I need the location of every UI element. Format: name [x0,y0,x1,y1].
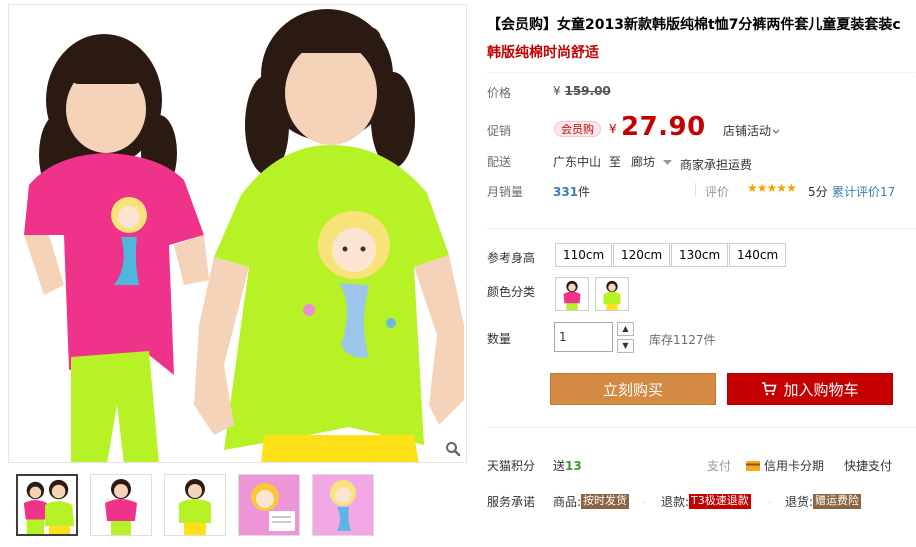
sales-count-value: 331 [553,185,579,199]
shipping-fee: 商家承担运费 [680,158,753,172]
thumbnail-1[interactable] [16,474,78,536]
divider: · [642,498,646,509]
buy-now-button[interactable]: 立刻购买 [550,373,716,405]
service-refund-tag: T3极速退款 [689,494,751,509]
shop-activity-label: 店铺活动 [723,124,772,138]
sku-selector: 参考身高 110cm 120cm 130cm 140cm 颜色分类 数量 ▲ ▼ [487,228,916,408]
service-goods-label: 商品: [553,495,582,509]
quantity-label: 数量 [487,332,512,346]
product-detail-panel: 【会员购】女童2013新款韩版纯棉t恤7分裤两件套儿童夏装套装c 韩版纯棉时尚舒… [487,0,916,547]
main-product-image[interactable] [8,4,467,463]
quantity-increase-button[interactable]: ▲ [617,322,634,336]
price-label: 价格 [487,86,512,100]
rating-score: 5分 [808,185,828,199]
pay-credit-installment[interactable]: 信用卡分期 [746,457,824,474]
color-label: 颜色分类 [487,285,536,299]
promo-label: 促销 [487,124,512,138]
divider [695,183,696,197]
sales-label: 月销量 [487,185,524,199]
divider: · [768,498,772,509]
cart-icon [762,382,778,396]
ship-to-word: 至 [609,155,622,169]
rating-stars: ★★★★★ [747,181,797,195]
size-label: 参考身高 [487,251,536,265]
service-goods[interactable]: 商品: 按时发货 [553,493,630,510]
payment-label: 支付 [707,459,732,473]
credit-card-icon [746,460,760,471]
service-goods-tag: 按时发货 [581,494,630,509]
points-label: 天猫积分 [487,459,536,473]
promo-badge: 会员购 [554,121,601,137]
thumbnail-3[interactable] [164,474,226,536]
product-title: 【会员购】女童2013新款韩版纯棉t恤7分裤两件套儿童夏装套装c [487,17,901,33]
ship-to-value: 廊坊 [631,155,656,169]
promo-price: 27.90 [621,112,706,142]
shop-activity-dropdown[interactable]: 店铺活动 [723,122,780,139]
size-option-130[interactable]: 130cm [671,243,729,267]
zoom-icon[interactable] [442,438,464,460]
thumbnail-5[interactable] [312,474,374,536]
add-to-cart-button[interactable]: 加入购物车 [727,373,893,405]
shipping-label: 配送 [487,155,512,169]
thumbnail-strip [16,474,374,536]
thumbnail-2[interactable] [90,474,152,536]
rating-label: 评价 [705,185,730,199]
service-return-label: 退货: [785,495,814,509]
original-price: ¥ 159.00 [553,84,611,98]
size-option-140[interactable]: 140cm [729,243,787,267]
points-number: 13 [565,459,582,473]
color-option-pink[interactable] [555,277,589,311]
promise-label: 服务承诺 [487,495,536,509]
service-return[interactable]: 退货: 赠运费险 [785,493,862,510]
chevron-down-icon [772,129,780,134]
service-block: 天猫积分 送13 支付 信用卡分期 快捷支付 服务承诺 商品: 按时发货 · 退款… [487,427,916,547]
review-count-link[interactable]: 累计评价17 [832,183,895,200]
quantity-decrease-button[interactable]: ▼ [617,339,634,353]
sales-count: 331件 [553,183,590,200]
size-option-120[interactable]: 120cm [613,243,671,267]
service-refund[interactable]: 退款: T3极速退款 [661,493,751,510]
pay-quick[interactable]: 快捷支付 [844,457,892,474]
pay-credit-label: 信用卡分期 [764,459,825,473]
size-option-110[interactable]: 110cm [555,243,613,267]
points-prefix: 送 [553,459,566,473]
main-product-photo [9,5,466,462]
original-price-value: 159.00 [564,84,611,98]
points-value: 送13 [553,457,582,474]
ship-to-dropdown[interactable]: 廊坊 [631,153,672,170]
chevron-down-icon [662,159,672,165]
service-return-tag: 赠运费险 [813,494,862,509]
add-to-cart-label: 加入购物车 [783,380,859,399]
color-option-green[interactable] [595,277,629,311]
promo-price-currency: ¥ [609,122,617,136]
original-price-currency: ¥ [553,84,561,98]
stock-count: 库存1127件 [649,333,716,347]
sales-count-unit: 件 [578,185,591,199]
price-block: 价格 ¥ 159.00 促销 会员购 ¥ 27.90 店铺活动 配送 广东中山 … [487,72,916,210]
thumbnail-4[interactable] [238,474,300,536]
quantity-input[interactable] [554,322,613,352]
ship-from: 广东中山 [553,155,602,169]
product-subtitle: 韩版纯棉时尚舒适 [487,45,599,61]
service-refund-label: 退款: [661,495,690,509]
